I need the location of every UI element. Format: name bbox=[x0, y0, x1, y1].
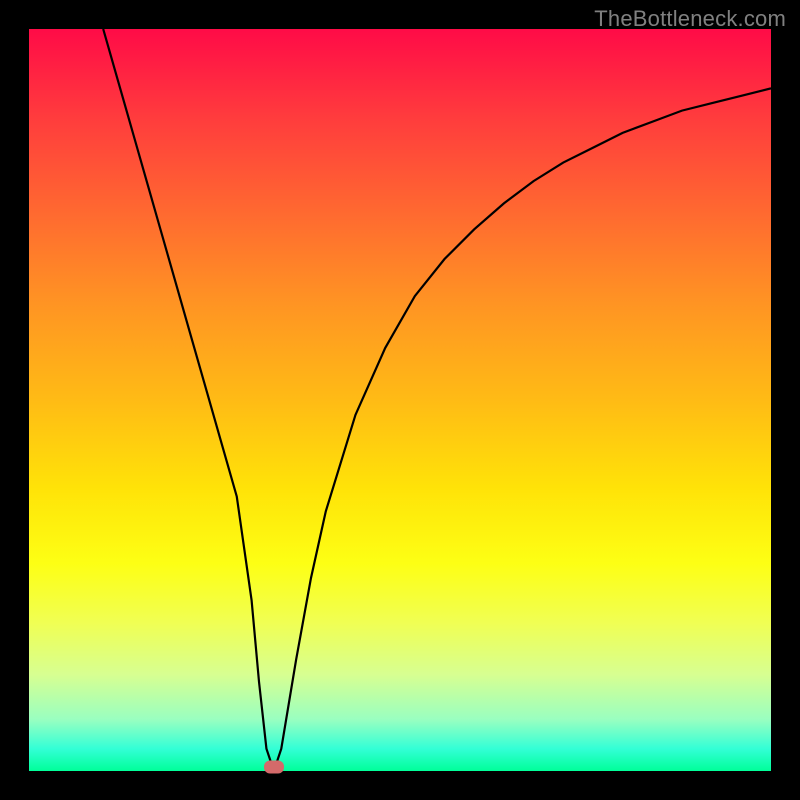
curve-svg bbox=[29, 29, 771, 771]
bottleneck-curve bbox=[103, 29, 771, 771]
optimal-marker bbox=[264, 761, 284, 774]
plot-area bbox=[29, 29, 771, 771]
watermark-text: TheBottleneck.com bbox=[594, 6, 786, 32]
